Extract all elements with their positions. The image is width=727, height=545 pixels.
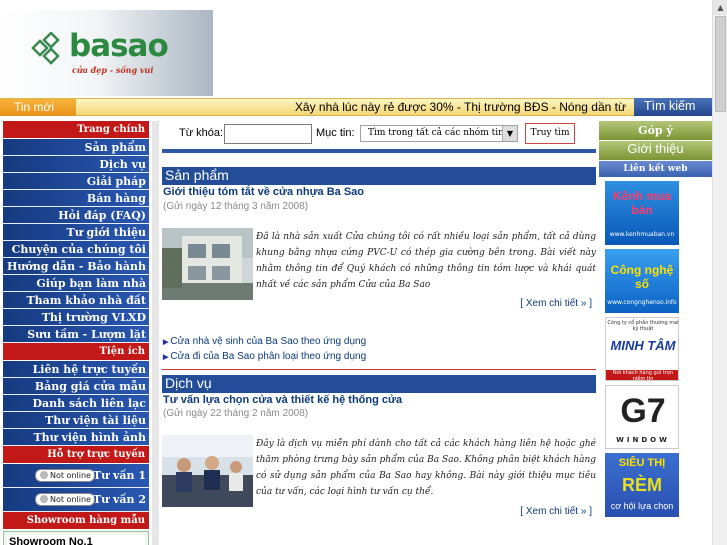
sidebar-item-danh-sach[interactable]: Danh sách liên lạc (3, 395, 149, 412)
section-header-san-pham[interactable]: Sản phẩm (162, 167, 596, 185)
search-button[interactable]: Truy tìm (525, 123, 575, 144)
sidebar-item-tham-khao[interactable]: Tham khảo nhà đất (3, 292, 149, 309)
logo-slogan: cửa đẹp - sống vui (72, 65, 154, 75)
related-link[interactable]: ▶ Cửa đi của Ba Sao phân loại theo ứng dụ… (163, 351, 366, 362)
section-header-dich-vu[interactable]: Dịch vụ (162, 375, 596, 393)
article-summary: Đã là nhà sản xuất Cửa chúng tôi có rất … (256, 232, 596, 290)
article-date: (Gửi ngày 12 tháng 3 năm 2008) (163, 201, 309, 212)
column-divider (152, 121, 159, 545)
ad-kenh-mua-ban[interactable]: Kênh mua bán www.kenhmuaban.vn (605, 181, 679, 245)
links-header: Liên kết web (599, 161, 712, 177)
scroll-up-icon[interactable]: ▲ (713, 0, 727, 15)
sidebar-item-san-pham[interactable]: Sản phẩm (3, 139, 149, 156)
site-logo[interactable]: basao cửa đẹp - sống vui (3, 10, 213, 96)
category-label: Mục tin: (316, 127, 355, 139)
related-link[interactable]: ▶ Cửa nhà vệ sinh của Ba Sao theo ứng dụn… (163, 336, 366, 347)
article-title[interactable]: Tư vấn lựa chọn cửa và thiết kế hệ thống… (163, 394, 402, 406)
ad-cong-nghe-so[interactable]: Công nghệ số www.congnghenso.info (605, 249, 679, 313)
read-more-link[interactable]: [ Xem chi tiết » ] (520, 506, 592, 517)
online-status-badge[interactable]: Not online (35, 493, 95, 506)
ad-minh-tam[interactable]: Công ty cổ phần thương mại kỹ thuật MINH… (605, 317, 679, 381)
sidebar-item-thu-vien-tai-lieu[interactable]: Thư viện tài liệu (3, 412, 149, 429)
category-select[interactable]: Tìm trong tất cả các nhóm tin ▼ (360, 125, 518, 142)
sidebar-item-chuyen[interactable]: Chuyện của chúng tôi (3, 241, 149, 258)
chevron-down-icon[interactable]: ▼ (502, 126, 517, 141)
sidebar: Trang chính Sản phẩm Dịch vụ Giải pháp B… (3, 121, 149, 545)
sidebar-header-support: Hỗ trợ trực tuyến (3, 446, 149, 463)
support-label: Tư vấn 1 (92, 469, 146, 482)
logo-mark-icon (31, 32, 60, 65)
scrollbar-thumb[interactable] (715, 16, 726, 112)
sidebar-item-ban-hang[interactable]: Bán hàng (3, 190, 149, 207)
article-title[interactable]: Giới thiệu tóm tắt về cửa nhựa Ba Sao (163, 186, 364, 198)
support-row-1[interactable]: Not online Tư vấn 1 (3, 464, 149, 488)
online-status-badge[interactable]: Not online (35, 469, 95, 482)
status-dot-icon (40, 495, 48, 503)
status-dot-icon (40, 471, 48, 479)
article-thumbnail[interactable] (162, 228, 253, 300)
ad-g7-window[interactable]: G7 WINDOW (605, 385, 679, 449)
support-row-2[interactable]: Not online Tư vấn 2 (3, 488, 149, 512)
ad-sieu-thi-rem[interactable]: SIÊU THỊ RÈM cơ hội lựa chọn (605, 453, 679, 517)
sidebar-item-thu-vien-hinh-anh[interactable]: Thư viện hình ảnh (3, 429, 149, 446)
support-label: Tư vấn 2 (92, 493, 146, 506)
news-bar: Tin mới Xây nhà lúc này rẻ được 30% - Th… (0, 98, 712, 116)
news-ticker[interactable]: Xây nhà lúc này rẻ được 30% - Thị trường… (90, 100, 626, 114)
sidebar-header-tien-ich: Tiện ích (3, 343, 149, 360)
keyword-input[interactable] (224, 124, 312, 144)
sidebar-item-huong-dan[interactable]: Hướng dẫn - Bảo hành (3, 258, 149, 275)
feedback-button[interactable]: Góp ý (599, 121, 712, 140)
page-scrollbar[interactable]: ▲ (712, 0, 727, 545)
about-button[interactable]: Giới thiệu (599, 141, 712, 160)
arrow-right-icon: ▶ (163, 354, 169, 361)
sidebar-item-gioi-thieu[interactable]: Tư giới thiệu (3, 224, 149, 241)
divider (162, 149, 596, 153)
right-column: Góp ý Giới thiệu Liên kết web Kênh mua b… (599, 121, 712, 545)
main-content: Từ khóa: Mục tin: Tìm trong tất cả các n… (162, 121, 596, 545)
sidebar-item-dich-vu[interactable]: Dịch vụ (3, 156, 149, 173)
sidebar-item-faq[interactable]: Hỏi đáp (FAQ) (3, 207, 149, 224)
keyword-label: Từ khóa: (179, 127, 224, 139)
sidebar-item-giai-phap[interactable]: Giải pháp (3, 173, 149, 190)
divider (162, 369, 596, 370)
read-more-link[interactable]: [ Xem chi tiết » ] (520, 298, 592, 309)
search-heading: Tìm kiếm (634, 98, 712, 116)
news-label: Tin mới (0, 99, 76, 116)
search-form: Từ khóa: Mục tin: Tìm trong tất cả các n… (162, 121, 596, 148)
sidebar-item-giup-ban[interactable]: Giúp bạn làm nhà (3, 275, 149, 292)
sidebar-item-thi-truong[interactable]: Thị trường VLXD (3, 309, 149, 326)
sidebar-header-main: Trang chính (3, 121, 149, 138)
article-thumbnail[interactable] (162, 435, 253, 507)
article-date: (Gửi ngày 22 tháng 2 năm 2008) (163, 408, 309, 419)
sidebar-header-showroom: Showroom hàng mẫu (3, 512, 149, 529)
sidebar-item-suu-tam[interactable]: Sưu tầm - Lượm lặt (3, 326, 149, 343)
logo-text: basao (69, 28, 169, 64)
sidebar-item-bang-gia[interactable]: Bảng giá cửa mẫu (3, 378, 149, 395)
article-summary: Đây là dịch vụ miễn phí dành cho tất cả … (256, 439, 596, 497)
showroom-box[interactable]: Showroom No.1 (3, 531, 149, 545)
arrow-right-icon: ▶ (163, 339, 169, 346)
showroom-item[interactable]: Showroom No.1 (7, 535, 145, 545)
sidebar-item-lien-he[interactable]: Liên hệ trực tuyến (3, 361, 149, 378)
